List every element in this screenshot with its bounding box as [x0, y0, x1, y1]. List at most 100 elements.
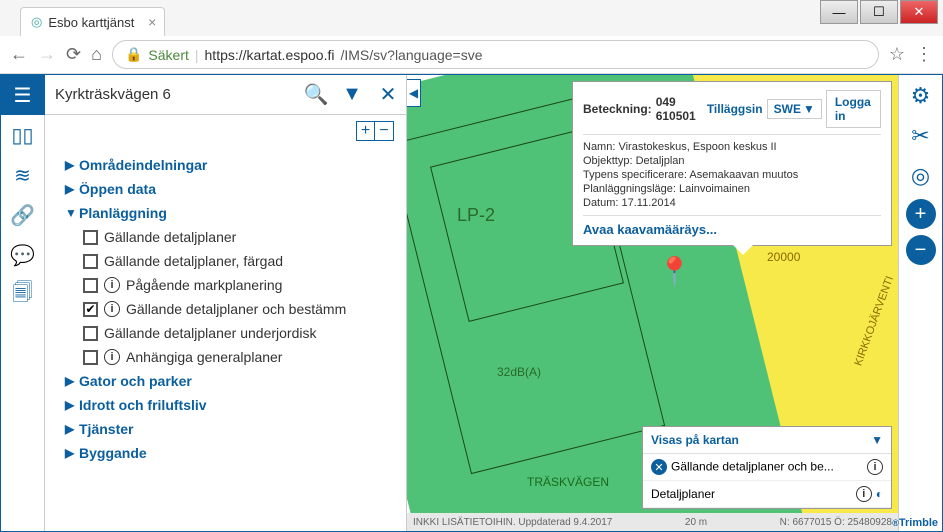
- rail-layers-icon[interactable]: ≋: [1, 155, 45, 195]
- right-toolbar: ⚙ ✂ ◎ + −: [898, 75, 942, 531]
- popup-line: Planläggningsläge: Lainvoimainen: [583, 183, 881, 195]
- window-close-button[interactable]: ✕: [900, 0, 938, 24]
- zoom-in-button[interactable]: +: [906, 199, 936, 229]
- lock-icon: 🔒: [125, 46, 142, 63]
- browser-tab-bar: ◎ Esbo karttjänst × — ☐ ✕: [0, 0, 943, 36]
- search-row: 🔍 ▼ ✕: [45, 75, 406, 115]
- forward-button: →: [38, 44, 56, 65]
- map-canvas[interactable]: ◀ LP-2 32dB(A) TRÄSKVÄGEN 20000 KIRKKOJÄ…: [407, 75, 898, 531]
- tree-group[interactable]: ▶Byggande: [45, 441, 406, 465]
- popup-line: Typens specificerare: Asemakaavan muutos: [583, 169, 881, 181]
- legend-header[interactable]: Visas på kartan ▼: [643, 427, 891, 454]
- tab-favicon: ◎: [31, 14, 42, 30]
- language-selector[interactable]: SWE▼: [767, 99, 822, 119]
- back-button[interactable]: ←: [10, 44, 28, 65]
- tree-group[interactable]: ▶Idrott och friluftsliv: [45, 393, 406, 417]
- window-minimize-button[interactable]: —: [820, 0, 858, 24]
- tree-group[interactable]: ▶Gator och parker: [45, 369, 406, 393]
- brand-label: ®Trimble: [892, 517, 938, 529]
- home-button[interactable]: ⌂: [91, 44, 102, 65]
- clear-search-icon[interactable]: ✕: [370, 77, 406, 113]
- info-icon[interactable]: i: [104, 277, 120, 293]
- expand-all-button[interactable]: +: [357, 122, 375, 140]
- popup-beteckning-value: 049 610501: [656, 95, 703, 123]
- info-icon[interactable]: i: [867, 459, 883, 475]
- rail-map-icon[interactable]: ▯▯: [1, 115, 45, 155]
- search-input[interactable]: [45, 78, 298, 111]
- layer-item[interactable]: iPågående markplanering: [45, 273, 406, 297]
- app-frame: ☰ ▯▯ ≋ 🔗 💬 🗐 🔍 ▼ ✕ + − ▶Områdeindelninga…: [0, 74, 943, 532]
- map-footer: INKKI LISÄTIETOIHIN. Uppdaterad 9.4.2017…: [407, 513, 898, 531]
- footer-coords: N: 6677015 Ö: 25480928: [780, 517, 892, 528]
- zoom-out-button[interactable]: −: [906, 235, 936, 265]
- popup-line: Datum: 17.11.2014: [583, 197, 881, 209]
- remove-layer-icon[interactable]: ✕: [651, 459, 667, 475]
- tree-group[interactable]: ▼Planläggning: [45, 201, 406, 225]
- map-street-label: TRÄSKVÄGEN: [527, 475, 609, 489]
- rail-link-icon[interactable]: 🔗: [1, 195, 45, 235]
- checkbox[interactable]: [83, 230, 98, 245]
- checkbox[interactable]: [83, 302, 98, 317]
- login-button[interactable]: Logga in: [826, 90, 881, 128]
- chevron-down-icon[interactable]: ▼: [871, 433, 883, 447]
- popup-line: Objekttyp: Detaljplan: [583, 155, 881, 167]
- checkbox[interactable]: [83, 350, 98, 365]
- rail-feedback-icon[interactable]: 💬: [1, 235, 45, 275]
- expand-collapse-buttons: + −: [356, 121, 394, 141]
- browser-menu-icon[interactable]: ⋮: [915, 44, 933, 65]
- popup-line: Namn: Virastokeskus, Espoon keskus II: [583, 141, 881, 153]
- map-zone-label: LP-2: [457, 205, 495, 226]
- popup-tillagg-link[interactable]: Tilläggsin: [707, 102, 763, 116]
- layer-item[interactable]: Gällande detaljplaner, färgad: [45, 249, 406, 273]
- rail-menu-icon[interactable]: ☰: [1, 75, 45, 115]
- collapse-all-button[interactable]: −: [375, 122, 393, 140]
- layer-item[interactable]: iAnhängiga generalplaner: [45, 345, 406, 369]
- locate-icon[interactable]: ◎: [904, 159, 938, 193]
- window-controls: — ☐ ✕: [820, 0, 938, 24]
- chevron-down-icon: ▼: [803, 102, 815, 116]
- popup-beteckning-label: Beteckning:: [583, 102, 652, 116]
- feature-popup: Beteckning: 049 610501 Tilläggsin SWE▼ L…: [572, 81, 892, 246]
- layer-tree: ▶Områdeindelningar ▶Öppen data ▼Planlägg…: [45, 147, 406, 531]
- map-num-label: 20000: [767, 250, 800, 264]
- legend-row: ✕Gällande detaljplaner och be... i: [643, 454, 891, 481]
- left-rail: ☰ ▯▯ ≋ 🔗 💬 🗐: [1, 75, 45, 531]
- checkbox[interactable]: [83, 278, 98, 293]
- footer-update: INKKI LISÄTIETOIHIN. Uppdaterad 9.4.2017: [413, 517, 612, 528]
- opacity-toggle-icon[interactable]: ◐: [876, 487, 883, 501]
- tab-title: Esbo karttjänst: [48, 15, 134, 30]
- window-maximize-button[interactable]: ☐: [860, 0, 898, 24]
- checkbox[interactable]: [83, 326, 98, 341]
- info-icon[interactable]: i: [104, 301, 120, 317]
- tree-group[interactable]: ▶Tjänster: [45, 417, 406, 441]
- measure-icon[interactable]: ✂: [904, 119, 938, 153]
- map-pin-icon[interactable]: 📍: [657, 255, 692, 288]
- bookmark-star-icon[interactable]: ☆: [889, 44, 905, 65]
- browser-tab[interactable]: ◎ Esbo karttjänst ×: [20, 7, 165, 36]
- layer-item[interactable]: Gällande detaljplaner: [45, 225, 406, 249]
- layer-item[interactable]: iGällande detaljplaner och bestämm: [45, 297, 406, 321]
- filter-dropdown-icon[interactable]: ▼: [334, 77, 370, 113]
- legend-row: Detaljplaner i ◐: [643, 481, 891, 508]
- reload-button[interactable]: ⟳: [66, 44, 81, 65]
- info-icon[interactable]: i: [856, 486, 872, 502]
- map-db-label: 32dB(A): [497, 365, 541, 379]
- tree-group[interactable]: ▶Områdeindelningar: [45, 153, 406, 177]
- tree-group[interactable]: ▶Öppen data: [45, 177, 406, 201]
- panel-collapse-handle[interactable]: ◀: [407, 79, 421, 107]
- settings-gear-icon[interactable]: ⚙: [904, 79, 938, 113]
- side-panel: 🔍 ▼ ✕ + − ▶Områdeindelningar ▶Öppen data…: [45, 75, 407, 531]
- footer-scale: 20 m: [685, 517, 707, 528]
- search-button[interactable]: 🔍: [298, 77, 334, 113]
- url-path: /IMS/sv?language=sve: [340, 47, 482, 63]
- url-host: https://kartat.espoo.fi: [205, 47, 335, 63]
- legend-panel: Visas på kartan ▼ ✕Gällande detaljplaner…: [642, 426, 892, 509]
- url-input[interactable]: 🔒 Säkert | https://kartat.espoo.fi/IMS/s…: [112, 40, 879, 69]
- checkbox[interactable]: [83, 254, 98, 269]
- popup-action-link[interactable]: Avaa kaavamääräys...: [583, 222, 881, 237]
- info-icon[interactable]: i: [104, 349, 120, 365]
- url-secure-label: Säkert: [148, 47, 188, 63]
- rail-info-icon[interactable]: 🗐: [1, 275, 45, 315]
- layer-item[interactable]: Gällande detaljplaner underjordisk: [45, 321, 406, 345]
- tab-close-icon[interactable]: ×: [148, 14, 156, 30]
